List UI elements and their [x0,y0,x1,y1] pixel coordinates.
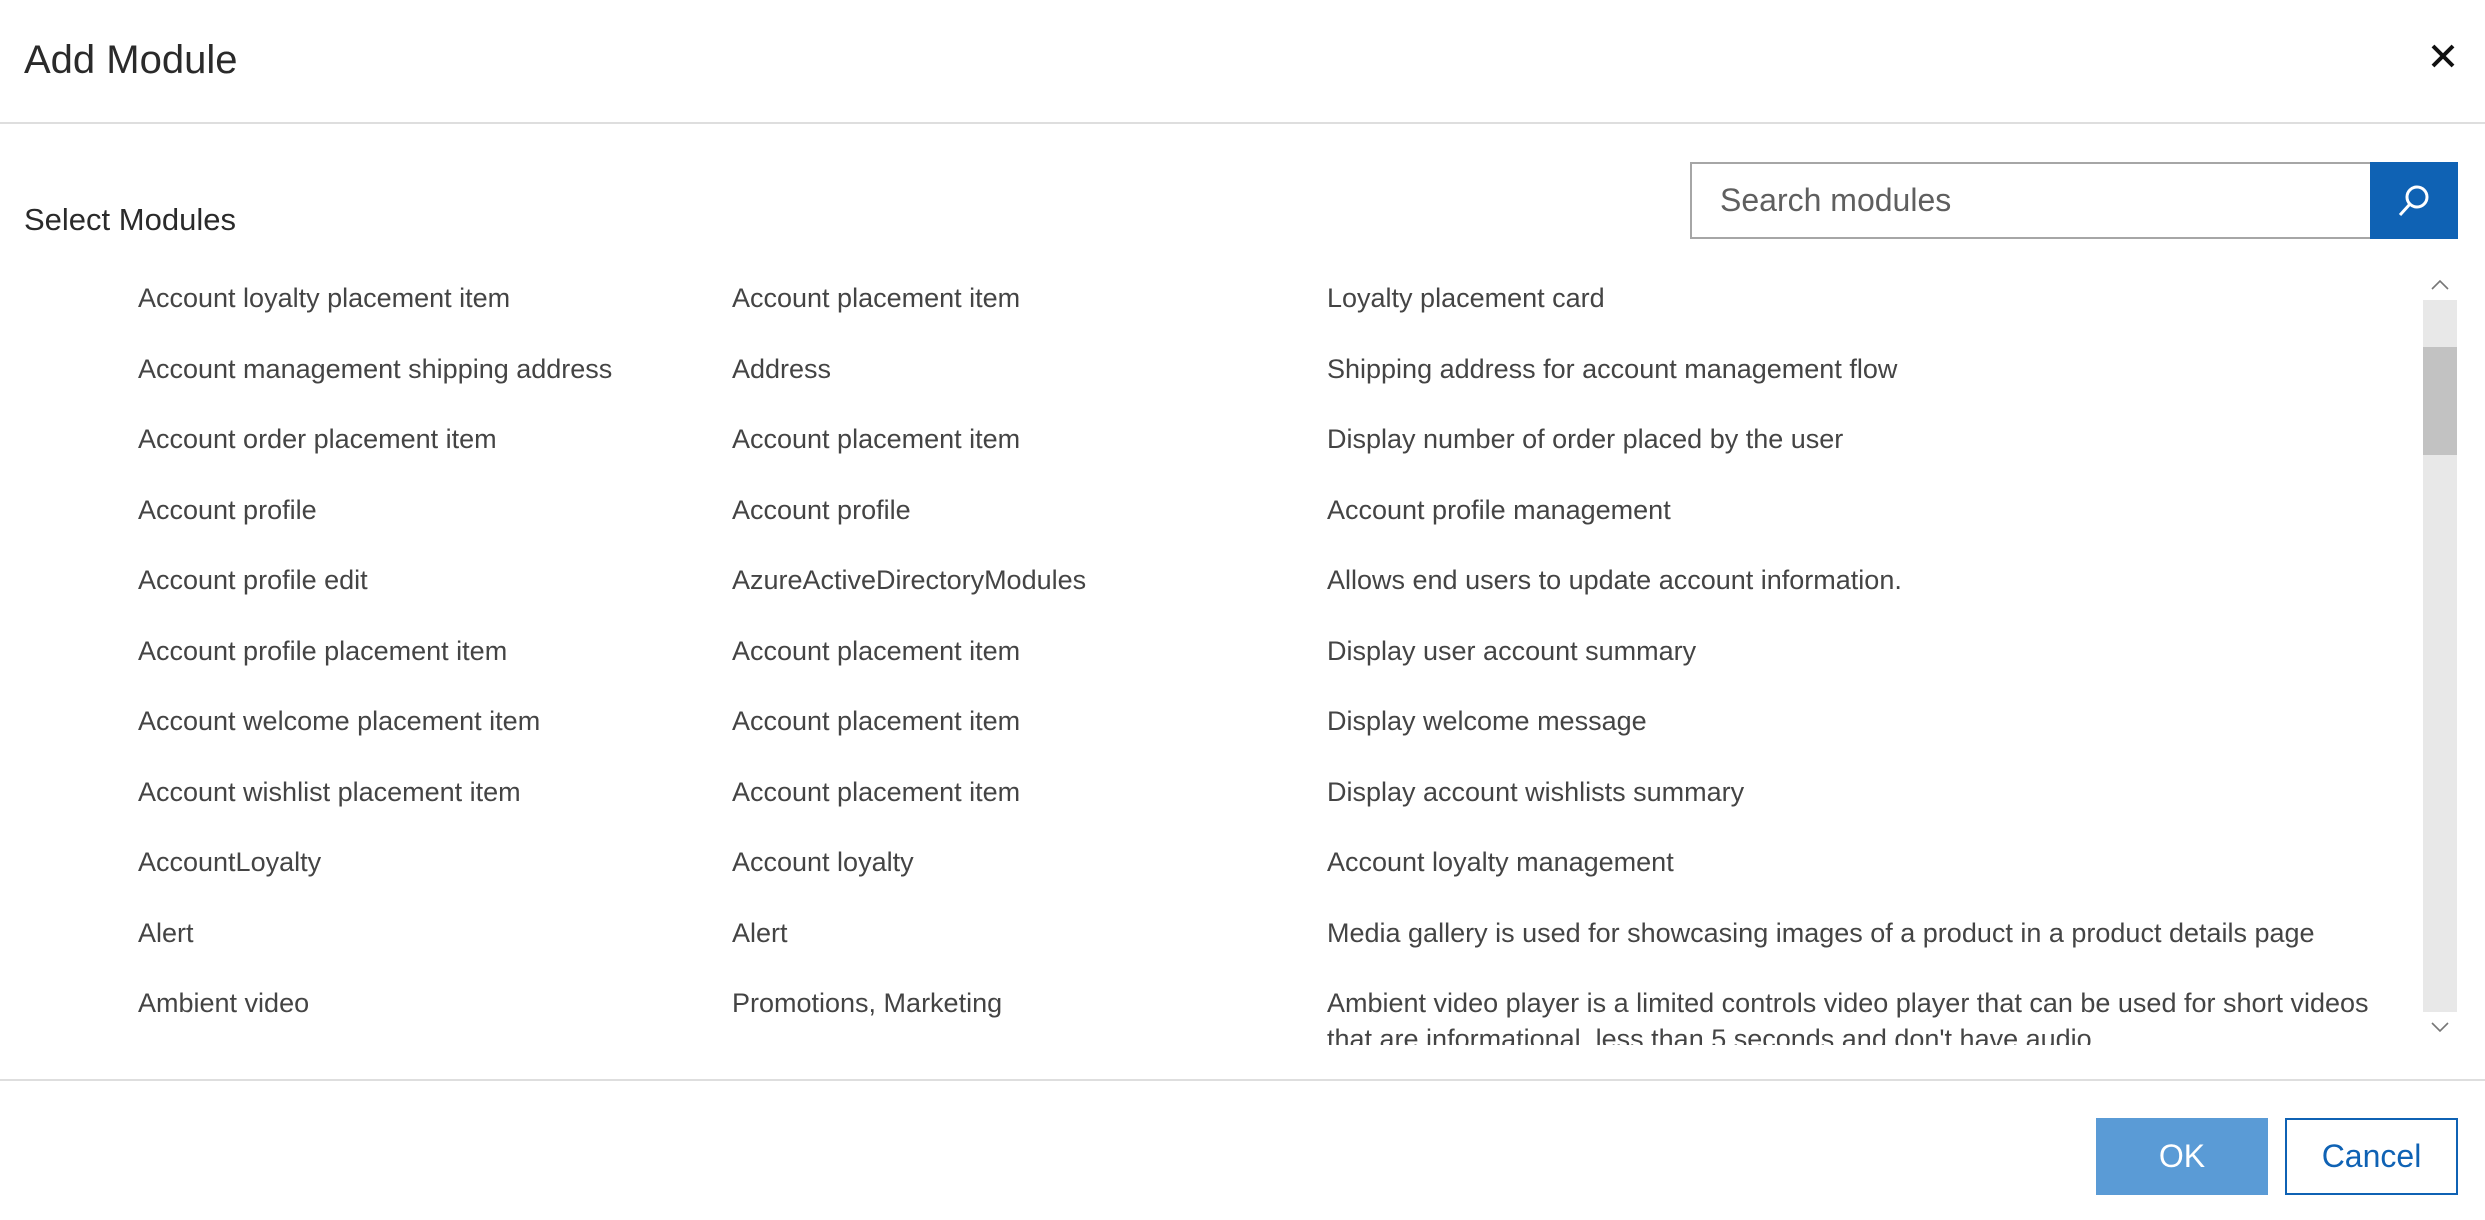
scroll-down-button[interactable] [2423,1012,2457,1042]
module-row[interactable]: Alert Alert Media gallery is used for show… [0,905,2420,976]
scroll-thumb[interactable] [2423,347,2457,455]
module-row[interactable]: AccountLoyalty Account loyalty Account loy… [0,834,2420,905]
scrollbar[interactable] [2423,270,2457,1042]
module-name: Account order placement item [138,424,497,454]
search-icon [2398,185,2429,216]
module-category: Account placement item [732,706,1021,736]
module-description: Account profile management [1327,494,1671,525]
module-row[interactable]: Account profile placement item Account pl… [0,623,2420,694]
select-modules-label: Select Modules [24,202,236,237]
module-row[interactable]: Account wishlist placement item Account p… [0,764,2420,835]
module-row[interactable]: Account loyalty placement item Account pl… [0,270,2420,341]
module-row[interactable]: Ambient video Promotions, Marketing Ambien… [0,975,2420,1045]
module-name: Account profile placement item [138,635,508,666]
module-description: Allows end users to update account infor… [1327,565,1902,595]
add-module-dialog: Add Module Select Modules Account loyalt… [0,0,2485,1220]
module-row[interactable]: Account profile Account profile Account pr… [0,482,2420,553]
module-description: Display welcome message [1327,706,1647,736]
search-input[interactable] [1690,162,2370,239]
module-category: Address [732,353,832,384]
module-row[interactable]: Account profile edit AzureActiveDirectory… [0,552,2420,623]
module-description: Shipping address for account management … [1327,353,1898,384]
close-icon [2431,44,2455,68]
module-name: AccountLoyalty [138,847,322,877]
module-category: AzureActiveDirectoryModules [732,565,1087,595]
module-name: Account loyalty placement item [138,283,511,313]
module-description: Display account wishlists summary [1327,776,1745,807]
module-list: Account loyalty placement item Account pl… [0,270,2485,1045]
module-category: Promotions, Marketing [732,988,1003,1018]
module-category: Account loyalty [732,847,914,877]
module-name: Account welcome placement item [138,706,541,736]
module-row[interactable]: Account management shipping address Addre… [0,341,2420,412]
module-description: Loyalty placement card [1327,283,1605,313]
module-name: Ambient video [138,988,310,1018]
module-category: Account placement item [732,635,1021,666]
module-category: Account placement item [732,776,1021,807]
module-category: Account placement item [732,283,1021,313]
module-name: Account profile [138,494,317,525]
module-category: Alert [732,917,788,948]
chevron-down-icon [2431,1022,2449,1033]
module-name: Alert [138,917,194,948]
dialog-footer: OK Cancel [0,1079,2485,1220]
module-row[interactable]: Account welcome placement item Account pl… [0,693,2420,764]
cancel-button[interactable]: Cancel [2285,1118,2458,1195]
module-rows: Account loyalty placement item Account pl… [0,270,2420,1045]
search-button[interactable] [2370,162,2458,239]
chevron-up-icon [2431,279,2449,290]
dialog-title: Add Module [24,38,238,82]
close-button[interactable] [2425,38,2461,74]
module-category: Account profile [732,494,911,525]
module-name: Account profile edit [138,565,368,595]
module-name: Account wishlist placement item [138,776,521,807]
module-description: Display user account summary [1327,635,1697,666]
module-row[interactable]: Account order placement item Account plac… [0,411,2420,482]
ok-button[interactable]: OK [2096,1118,2268,1195]
search-box [1690,162,2458,239]
module-name: Account management shipping address [138,353,613,384]
module-description: Ambient video player is a limited contro… [1327,988,2369,1045]
scroll-up-button[interactable] [2423,270,2457,300]
module-description: Media gallery is used for showcasing ima… [1327,917,2315,948]
module-description: Display number of order placed by the us… [1327,424,1844,454]
dialog-header: Add Module [0,0,2485,124]
module-description: Account loyalty management [1327,847,1674,877]
module-category: Account placement item [732,424,1021,454]
